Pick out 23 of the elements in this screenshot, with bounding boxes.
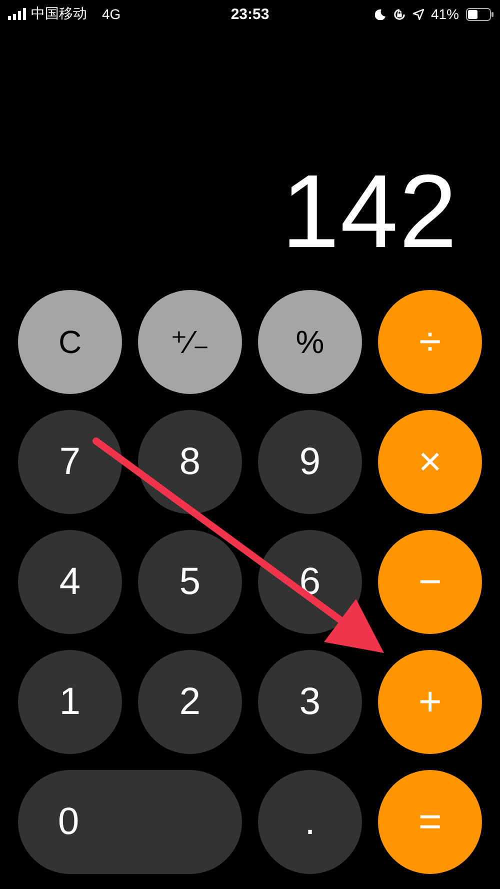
calculator-key[interactable]: 0 — [18, 770, 242, 874]
battery-icon — [466, 8, 494, 20]
network-type: 4G — [102, 6, 121, 22]
carrier-name: 中国移动 — [31, 5, 87, 23]
calculator-key[interactable]: % — [258, 290, 362, 394]
calculator-key[interactable]: 1 — [18, 650, 122, 754]
calculator-key[interactable]: . — [258, 770, 362, 874]
calculator-key[interactable]: 3 — [258, 650, 362, 754]
calculator-key[interactable]: 2 — [138, 650, 242, 754]
status-time: 23:53 — [230, 6, 270, 22]
calculator-key[interactable]: 8 — [138, 410, 242, 514]
location-icon — [412, 8, 424, 20]
rotation-lock-icon — [392, 8, 406, 20]
calculator-key[interactable]: 7 — [18, 410, 122, 514]
calculator-key[interactable]: 9 — [258, 410, 362, 514]
display-value: 142 — [281, 160, 458, 264]
calculator-key[interactable]: ⁺∕₋ — [138, 290, 242, 394]
signal-icon — [8, 8, 26, 20]
calculator-key[interactable]: 5 — [138, 530, 242, 634]
battery-percent: 41% — [430, 6, 459, 22]
calculator-key[interactable]: 4 — [18, 530, 122, 634]
moon-icon — [374, 8, 386, 20]
calculator-key[interactable]: C — [18, 290, 122, 394]
